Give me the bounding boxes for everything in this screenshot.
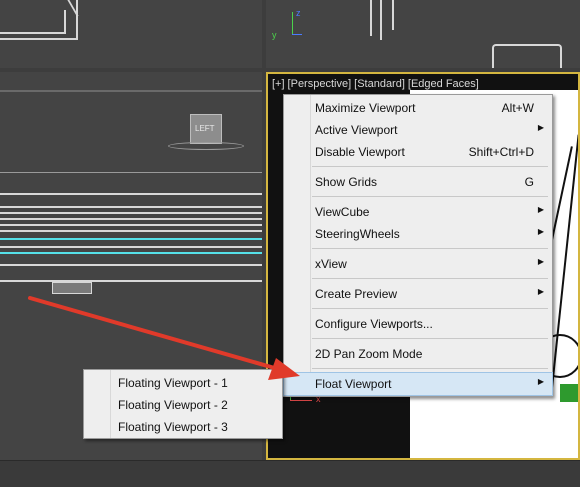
- annotation-arrow-icon: [28, 296, 300, 380]
